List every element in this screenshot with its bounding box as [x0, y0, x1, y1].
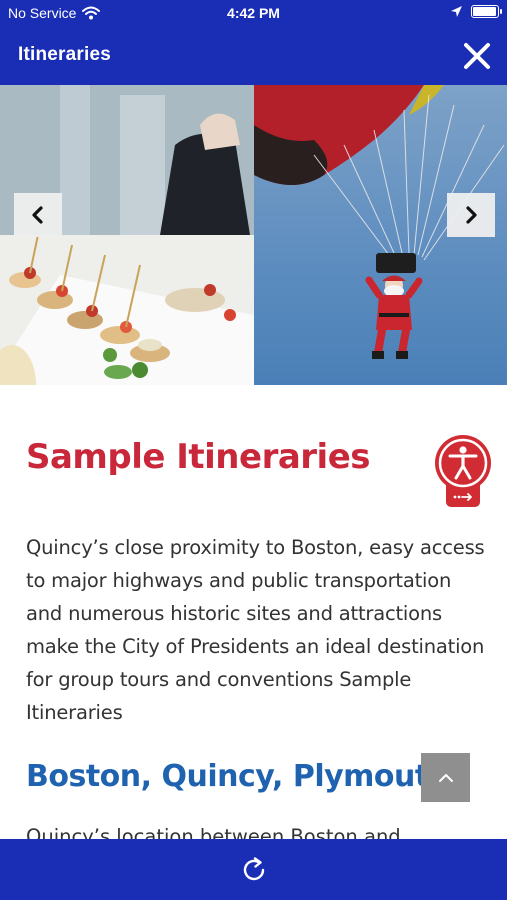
- accessibility-icon[interactable]: [433, 433, 493, 511]
- battery-icon: [471, 5, 502, 18]
- battery-level: [473, 7, 497, 16]
- main-content[interactable]: Sample Itineraries Quincy’s close proxim…: [0, 385, 507, 839]
- status-bar: No Service 4:42 PM: [0, 0, 507, 28]
- status-right: [450, 5, 502, 18]
- location-arrow-icon: [451, 6, 462, 17]
- image-carousel[interactable]: [0, 85, 507, 385]
- chevron-up-icon: [438, 773, 453, 782]
- scroll-to-top-button[interactable]: [421, 753, 470, 802]
- partial-paragraph: Quincy’s location between Boston and: [26, 825, 401, 839]
- intro-paragraph: Quincy’s close proximity to Boston, easy…: [26, 536, 485, 724]
- carousel-prev-button[interactable]: [14, 193, 62, 237]
- app-header: Itineraries: [0, 28, 507, 85]
- close-icon[interactable]: [461, 40, 493, 72]
- chevron-left-icon: [32, 206, 43, 224]
- page-title: Itineraries: [18, 44, 112, 65]
- chevron-right-icon: [466, 206, 477, 224]
- section-title: Sample Itineraries: [26, 437, 371, 477]
- refresh-icon[interactable]: [239, 855, 269, 885]
- bottom-bar: [0, 839, 507, 900]
- carousel-next-button[interactable]: [447, 193, 495, 237]
- status-time: 4:42 PM: [227, 5, 280, 21]
- section-subtitle: Boston, Quincy, Plymouth:: [26, 759, 462, 794]
